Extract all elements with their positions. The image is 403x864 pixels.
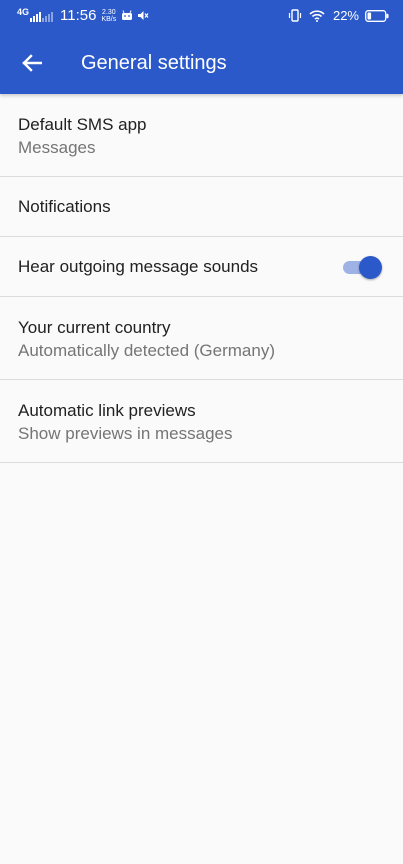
- network-speed: 2.30 KB/s: [101, 9, 116, 23]
- setting-automatic-link-previews[interactable]: Automatic link previews Show previews in…: [0, 380, 403, 463]
- battery-icon: [365, 9, 389, 22]
- setting-outgoing-message-sounds[interactable]: Hear outgoing message sounds: [0, 237, 403, 297]
- signal-icon: [30, 10, 54, 22]
- back-button[interactable]: [12, 43, 52, 83]
- setting-title: Hear outgoing message sounds: [18, 257, 259, 276]
- setting-title: Automatic link previews: [18, 401, 196, 420]
- setting-current-country[interactable]: Your current country Automatically detec…: [0, 297, 403, 380]
- battery-percent: 22%: [332, 8, 359, 23]
- status-bar-right: 22%: [288, 0, 389, 31]
- network-type: 4G: [17, 7, 30, 17]
- network-speed-unit: KB/s: [101, 15, 117, 23]
- status-bar: 4G 11:56 2.30 KB/s 22%: [0, 0, 403, 31]
- clock: 11:56: [60, 7, 97, 24]
- setting-default-sms-app[interactable]: Default SMS app Messages: [0, 94, 403, 177]
- setting-subtitle: Messages: [18, 138, 96, 157]
- outgoing-sounds-toggle[interactable]: [343, 256, 382, 279]
- setting-subtitle: Show previews in messages: [18, 424, 233, 443]
- arrow-left-icon: [22, 54, 42, 72]
- settings-list: Default SMS app Messages Notifications H…: [0, 94, 403, 463]
- screen: 4G 11:56 2.30 KB/s 22% General settings …: [0, 0, 403, 864]
- network-speed-value: 2.30: [102, 8, 116, 16]
- status-bar-left: 4G 11:56 2.30 KB/s: [17, 0, 153, 31]
- setting-subtitle: Automatically detected (Germany): [18, 341, 275, 360]
- volume-muted-icon: [137, 10, 149, 21]
- android-notification-icon: [121, 10, 133, 21]
- setting-title: Notifications: [18, 197, 111, 216]
- app-bar: General settings: [0, 31, 403, 94]
- setting-title: Your current country: [18, 318, 171, 337]
- setting-notifications[interactable]: Notifications: [0, 177, 403, 237]
- vibrate-icon: [288, 9, 302, 22]
- wifi-icon: [309, 9, 325, 22]
- page-title: General settings: [81, 52, 227, 74]
- setting-title: Default SMS app: [18, 115, 147, 134]
- toggle-thumb: [359, 256, 382, 279]
